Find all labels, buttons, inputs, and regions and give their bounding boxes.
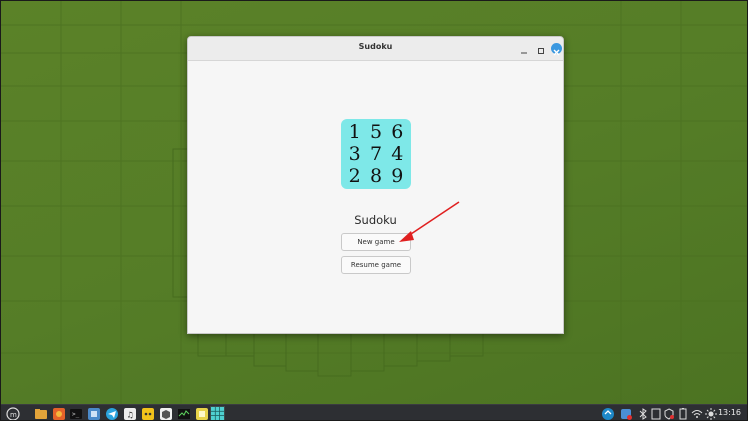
shield-icon (664, 408, 674, 420)
update-tray[interactable] (601, 407, 615, 420)
update-manager-icon (621, 409, 632, 420)
update-manager-tray[interactable] (619, 407, 633, 420)
app-name-label: Sudoku (354, 213, 397, 227)
logo-digit: 4 (391, 143, 404, 165)
battery-tray[interactable] (676, 407, 690, 420)
bluetooth-tray[interactable] (636, 407, 650, 420)
update-icon (602, 408, 614, 420)
mint-menu-icon: m (6, 407, 20, 420)
maximize-button[interactable] (535, 42, 547, 54)
sudoku-taskbar-button[interactable] (210, 406, 225, 420)
close-icon (553, 49, 560, 56)
logo-digit: 5 (369, 121, 383, 143)
firefox-icon (53, 408, 65, 420)
app-launcher[interactable] (87, 407, 101, 420)
logo-digit: 6 (391, 121, 404, 143)
minimize-button[interactable] (518, 42, 530, 54)
game-launcher[interactable] (141, 407, 155, 420)
window-title: Sudoku (358, 42, 393, 51)
firefox-launcher[interactable] (52, 407, 66, 420)
logo-digit: 3 (348, 143, 361, 165)
system-monitor-icon (178, 409, 190, 419)
clipboard-icon (651, 408, 661, 420)
system-monitor-launcher[interactable] (177, 407, 191, 420)
files-launcher[interactable] (34, 407, 48, 420)
bluetooth-icon (639, 408, 647, 420)
taskbar: m >_ ♫ 13:16 (1, 404, 747, 420)
sudoku-icon (211, 407, 224, 420)
app-icon (88, 408, 100, 420)
brightness-icon (705, 408, 717, 420)
logo-digit: 8 (369, 165, 383, 187)
logo-digit: 7 (369, 143, 383, 165)
music-launcher[interactable]: ♫ (123, 407, 137, 420)
new-game-button[interactable]: New game (341, 233, 411, 251)
brightness-tray[interactable] (704, 407, 718, 420)
minimize-icon (521, 52, 527, 54)
screen: Sudoku 156 374 289 Sudoku New game Resume … (0, 0, 748, 421)
sudoku-logo: 156 374 289 (341, 119, 411, 189)
logo-digit: 9 (391, 165, 404, 187)
resume-game-button[interactable]: Resume game (341, 256, 411, 274)
mint-menu-button[interactable]: m (6, 407, 20, 420)
close-button[interactable] (551, 43, 562, 56)
terminal-icon: >_ (70, 409, 82, 419)
battery-icon (679, 408, 687, 420)
logo-digit-grid: 156 374 289 (341, 119, 411, 189)
svg-text:m: m (10, 411, 17, 419)
maximize-icon (538, 48, 544, 54)
wifi-icon (691, 410, 703, 418)
files-icon (35, 409, 47, 419)
game-icon (142, 408, 154, 420)
sudoku-window: Sudoku 156 374 289 Sudoku New game Resume … (187, 36, 564, 334)
package-launcher[interactable] (159, 407, 173, 420)
telegram-launcher[interactable] (105, 407, 119, 420)
package-icon (160, 408, 172, 420)
telegram-icon (106, 408, 118, 420)
clipboard-tray[interactable] (649, 407, 663, 420)
logo-digit: 1 (348, 121, 361, 143)
titlebar[interactable]: Sudoku (188, 37, 563, 61)
terminal-launcher[interactable]: >_ (69, 407, 83, 420)
notes-icon (196, 408, 208, 420)
clock[interactable]: 13:16 (718, 408, 741, 417)
notes-launcher[interactable] (195, 407, 209, 420)
music-icon: ♫ (124, 408, 136, 420)
svg-text:♫: ♫ (127, 411, 134, 420)
wifi-tray[interactable] (690, 407, 704, 420)
logo-digit: 2 (348, 165, 361, 187)
shield-tray[interactable] (662, 407, 676, 420)
desktop-background: Sudoku 156 374 289 Sudoku New game Resume … (1, 1, 747, 404)
svg-text:>_: >_ (72, 411, 80, 418)
